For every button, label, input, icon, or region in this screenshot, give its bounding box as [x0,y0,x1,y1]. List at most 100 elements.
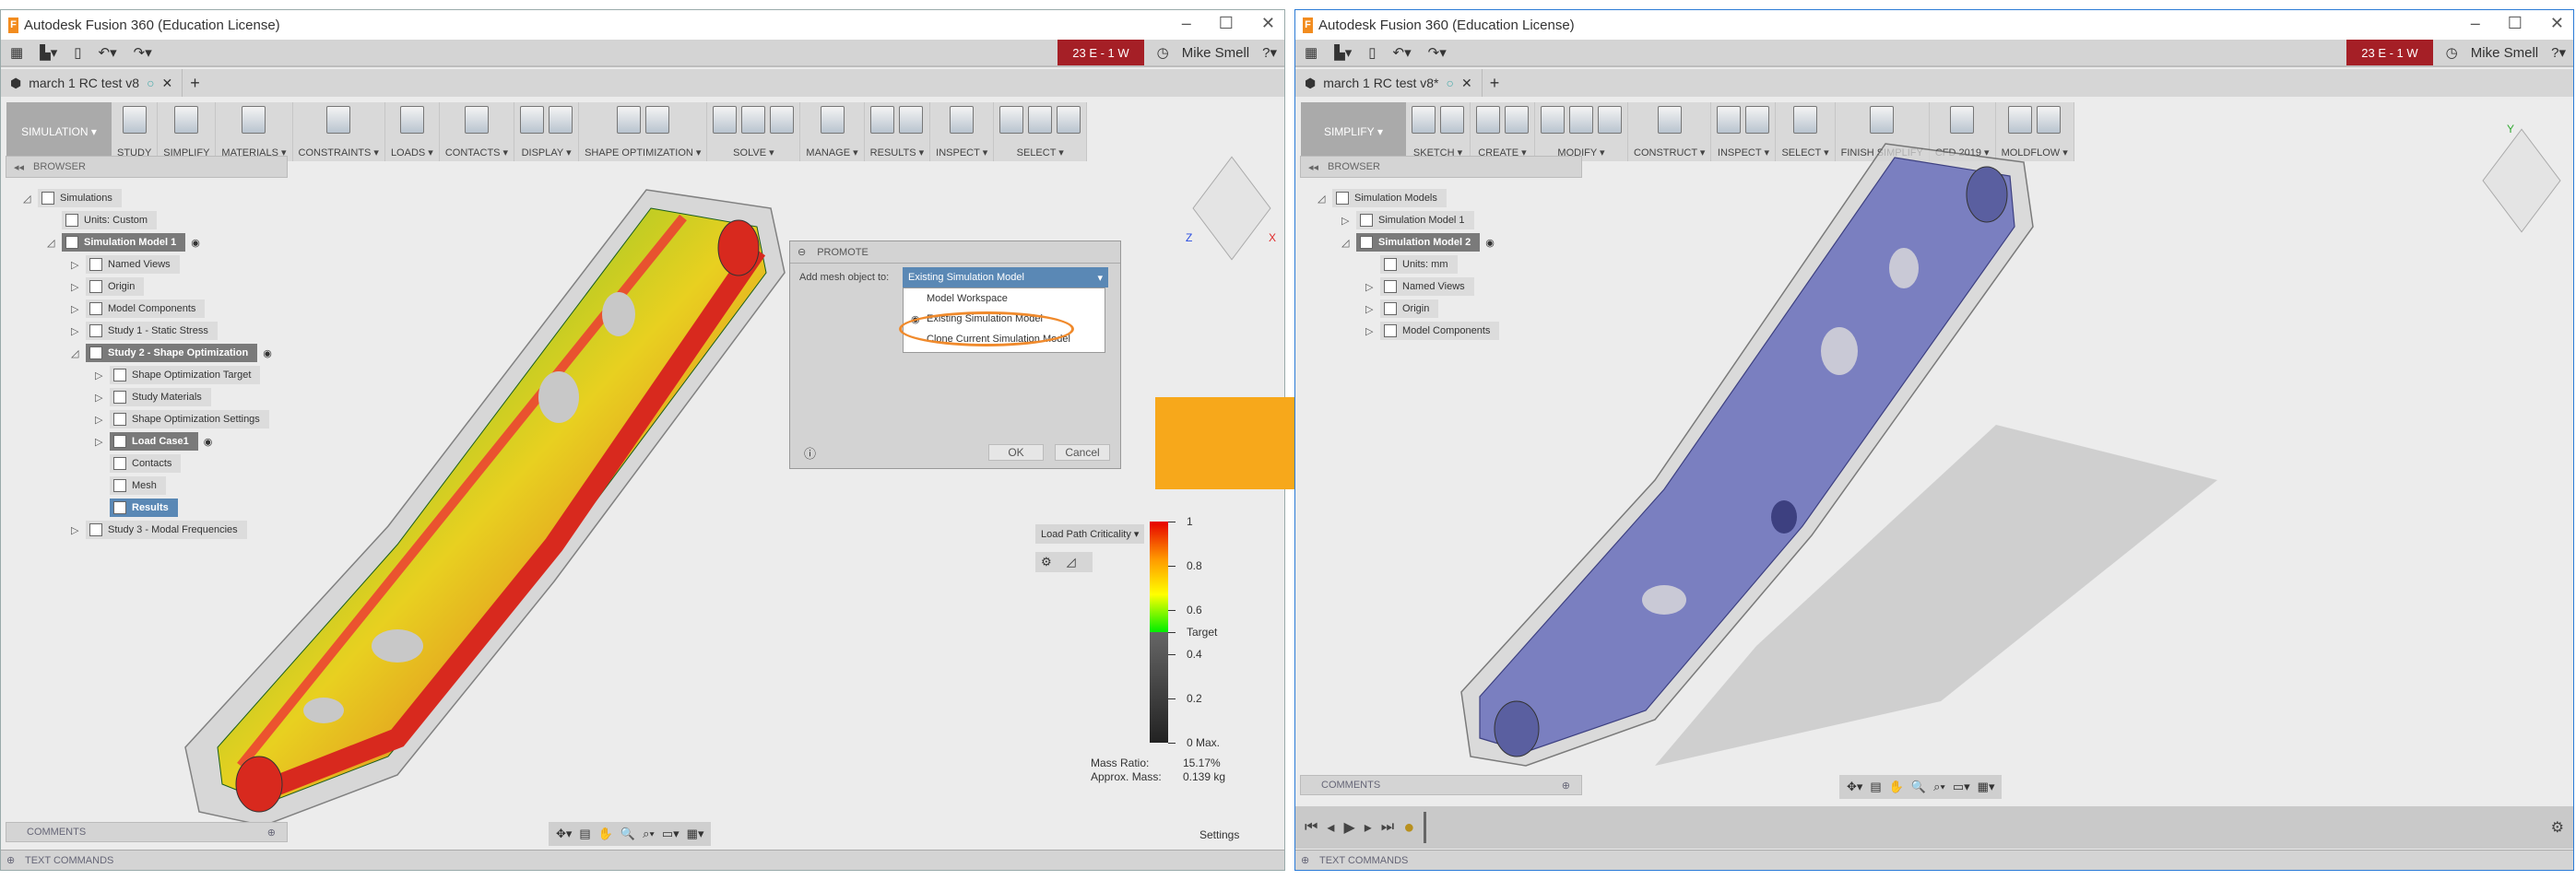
user-menu[interactable]: Mike Smell [2471,45,2538,61]
expand-toggle-icon[interactable]: ▷ [71,325,80,337]
close-button[interactable]: ✕ [2550,14,2564,33]
ok-button[interactable]: OK [988,444,1044,461]
ribbon-group-results[interactable]: RESULTS ▾ [865,102,931,161]
results-tool-icon[interactable] [899,106,924,134]
step-back-icon[interactable]: ◂ [1327,818,1334,837]
text-commands-bar[interactable]: ⊕ TEXT COMMANDS [1295,850,2573,870]
expand-toggle-icon[interactable]: ▷ [95,414,104,426]
fit-icon[interactable]: ⌕▾ [643,827,655,841]
zoom-icon[interactable]: 🔍 [620,827,635,841]
shape-optimization-tool-icon[interactable] [644,106,669,134]
manage-tool-icon[interactable] [820,106,845,134]
go-to-start-icon[interactable]: ⏮ [1305,819,1318,836]
expand-icon[interactable]: ⊕ [6,854,15,866]
select-tool-icon[interactable] [999,106,1024,134]
ribbon-group-manage[interactable]: MANAGE ▾ [800,102,865,161]
option-model-workspace[interactable]: Model Workspace [904,288,1105,309]
settings-label[interactable]: Settings [1199,828,1239,841]
redo-icon[interactable]: ↷▾ [1428,44,1447,61]
pan-icon[interactable]: ✋ [1889,780,1904,794]
orbit-icon[interactable]: ✥▾ [1847,780,1862,794]
workspace-switcher[interactable]: SIMULATION ▾ [6,102,112,161]
file-menu-icon[interactable]: ▙▾ [1334,44,1352,61]
help-icon[interactable]: ?▾ [1262,44,1277,61]
expand-toggle-icon[interactable]: ◿ [1341,237,1351,249]
expand-toggle-icon[interactable]: ▷ [1365,303,1375,315]
save-icon[interactable]: ▯ [1368,44,1376,61]
expand-toggle-icon[interactable]: ▷ [1341,215,1351,227]
triangle-icon[interactable]: ◿ [1067,555,1076,569]
sketch-tool-icon[interactable] [1412,106,1436,134]
tree-item-simulation-models[interactable]: ◿ Simulation Models [1318,189,1447,207]
display-settings-icon[interactable]: ▭▾ [662,827,679,841]
collapse-dialog-icon[interactable]: ⊖ [798,246,806,258]
ribbon-group-solve[interactable]: SOLVE ▾ [707,102,801,161]
go-to-end-icon[interactable]: ⏭ [1381,819,1394,836]
collapse-icon[interactable]: ◂◂ [14,161,24,173]
shape-optimization-tool-icon[interactable] [616,106,641,134]
expand-toggle-icon[interactable]: ▷ [1365,325,1375,337]
timeline-marker[interactable] [1424,812,1427,843]
solve-tool-icon[interactable] [713,106,738,134]
apps-grid-icon[interactable]: ▦ [1305,44,1318,61]
file-menu-icon[interactable]: ▙▾ [40,44,57,61]
ribbon-group-simplify[interactable]: SIMPLIFY [158,102,217,161]
comments-panel[interactable]: COMMENTS ⊕ [1300,775,1582,795]
grid-icon[interactable]: ▦▾ [687,827,704,841]
maximize-button[interactable]: ☐ [1219,14,1234,33]
solve-tool-icon[interactable] [770,106,795,134]
display-tool-icon[interactable] [520,106,545,134]
tree-item-origin[interactable]: ▷ Origin [1365,299,1439,318]
collapse-icon[interactable]: ◂◂ [1308,161,1318,173]
clock-icon[interactable]: ◷ [2446,44,2458,61]
new-tab-button[interactable]: + [183,74,200,93]
undo-icon[interactable]: ↶▾ [1393,44,1412,61]
comments-panel[interactable]: COMMENTS ⊕ [6,822,288,842]
redo-icon[interactable]: ↷▾ [134,44,152,61]
loads-tool-icon[interactable] [399,106,424,134]
look-at-icon[interactable]: ▤ [579,827,590,841]
ribbon-group-loads[interactable]: LOADS ▾ [385,102,440,161]
clock-icon[interactable]: ◷ [1157,44,1169,61]
expand-icon[interactable]: ⊕ [1562,780,1570,792]
minimize-button[interactable]: – [1182,14,1191,33]
zoom-icon[interactable]: 🔍 [1911,780,1926,794]
display-settings-icon[interactable]: ▭▾ [1953,780,1970,794]
user-menu[interactable]: Mike Smell [1182,45,1249,61]
expand-icon[interactable]: ⊕ [1301,854,1309,866]
tree-item-simulations[interactable]: ◿ Simulations [23,189,122,207]
play-icon[interactable]: ▶ [1343,818,1354,837]
viewport-model-optimization[interactable] [139,176,803,839]
workspace-switcher[interactable]: SIMPLIFY ▾ [1301,102,1406,161]
viewport-model-mesh[interactable] [1434,130,2227,793]
info-icon[interactable]: ⓘ [804,444,816,462]
gear-icon[interactable]: ⚙ [1041,555,1052,569]
display-tool-icon[interactable] [549,106,573,134]
step-forward-icon[interactable]: ▸ [1365,818,1372,837]
simplify-tool-icon[interactable] [174,106,199,134]
ribbon-group-constraints[interactable]: CONSTRAINTS ▾ [293,102,385,161]
minimize-button[interactable]: – [2471,14,2480,33]
pan-icon[interactable]: ✋ [598,827,613,841]
ribbon-group-inspect[interactable]: INSPECT ▾ [930,102,995,161]
look-at-icon[interactable]: ▤ [1870,780,1881,794]
timeline-settings-gear-icon[interactable]: ⚙ [2551,818,2564,837]
close-tab-icon[interactable]: ✕ [162,76,173,91]
expand-toggle-icon[interactable]: ▷ [95,370,104,381]
orbit-icon[interactable]: ✥▾ [556,827,572,841]
close-button[interactable]: ✕ [1261,14,1275,33]
expand-toggle-icon[interactable]: ▷ [71,281,80,293]
expand-toggle-icon[interactable]: ◿ [71,347,80,359]
view-cube[interactable]: Z X [1186,156,1278,261]
ribbon-group-display[interactable]: DISPLAY ▾ [514,102,580,161]
undo-icon[interactable]: ↶▾ [99,44,117,61]
expand-icon[interactable]: ⊕ [267,827,276,839]
cancel-button[interactable]: Cancel [1055,444,1110,461]
ribbon-group-study[interactable]: STUDY [112,102,159,161]
document-tab[interactable]: ⬢ march 1 RC test v8* ○ ✕ [1295,69,1483,97]
browser-panel-header[interactable]: ◂◂ BROWSER [6,156,288,178]
solve-tool-icon[interactable] [741,106,766,134]
view-cube[interactable]: Y [2476,123,2568,233]
contacts-tool-icon[interactable] [464,106,489,134]
timeline-feature-icon[interactable]: ● [1403,817,1414,839]
